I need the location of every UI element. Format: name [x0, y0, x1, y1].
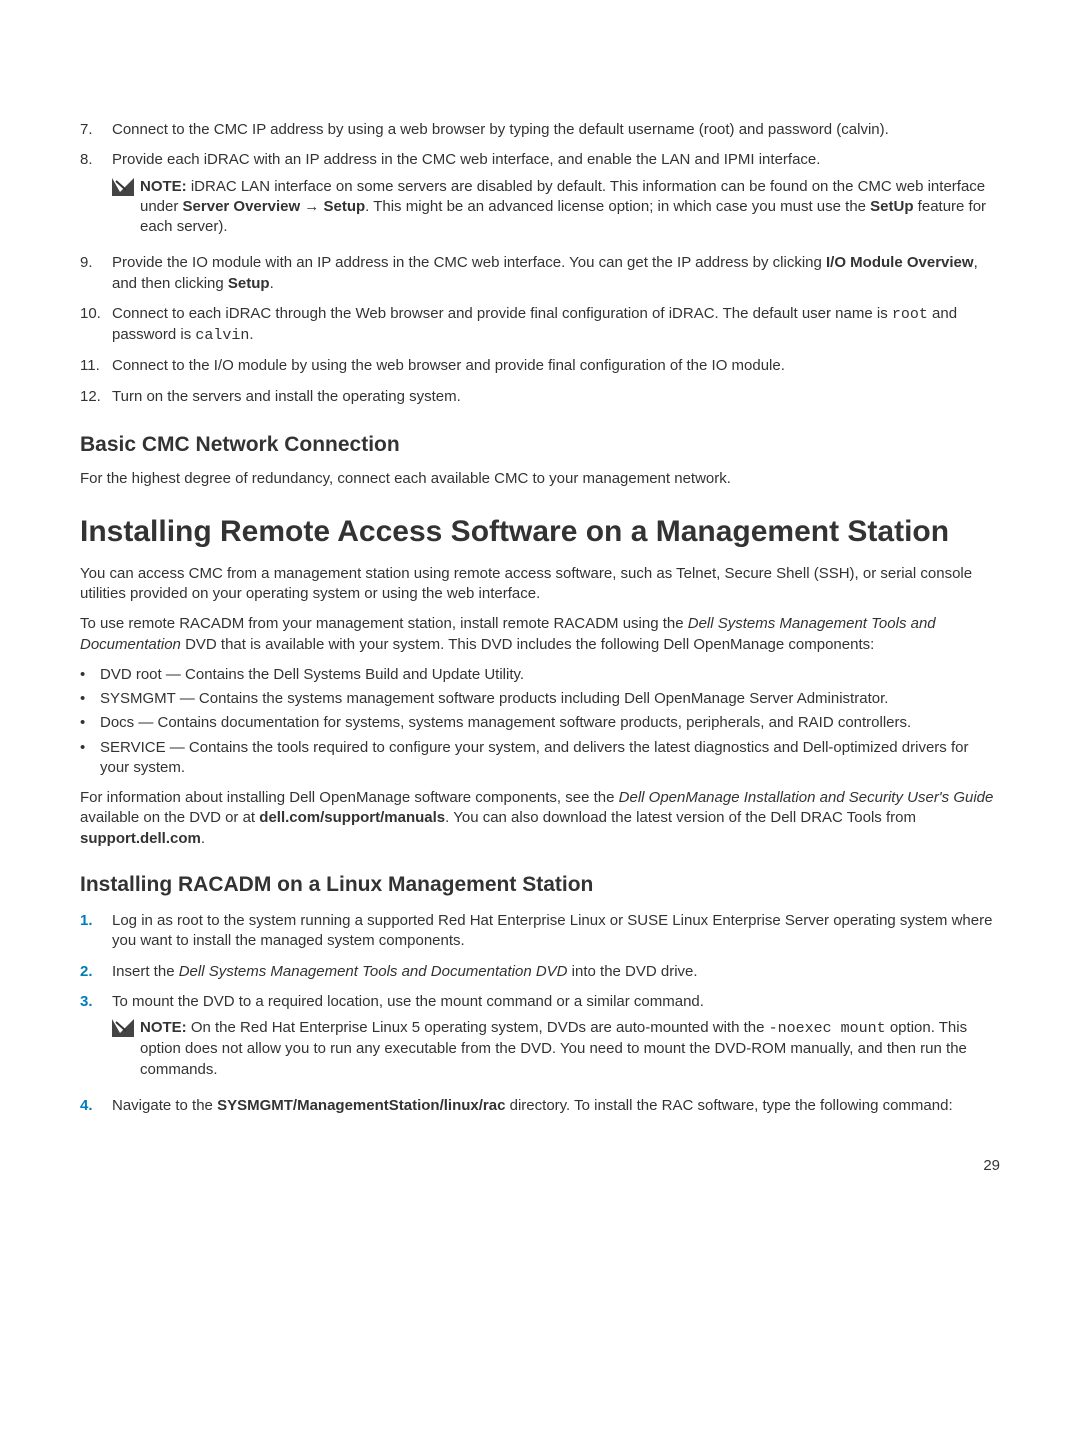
step-4: 4. Navigate to the SYSMGMT/ManagementSta…: [80, 1096, 1000, 1116]
step-text: Turn on the servers and install the oper…: [112, 387, 1000, 407]
step-9: 9. Provide the IO module with an IP addr…: [80, 253, 1000, 294]
note-icon: [112, 178, 134, 196]
step-number: 4.: [80, 1096, 112, 1116]
step-8: 8. Provide each iDRAC with an IP address…: [80, 150, 1000, 243]
step-text: Insert the Dell Systems Management Tools…: [112, 962, 1000, 982]
step-text: Provide each iDRAC with an IP address in…: [112, 151, 820, 168]
step-text: Provide the IO module with an IP address…: [112, 253, 1000, 294]
step-3: 3. To mount the DVD to a required locati…: [80, 992, 1000, 1086]
note-icon: [112, 1019, 134, 1037]
step-7: 7. Connect to the CMC IP address by usin…: [80, 120, 1000, 140]
step-text: Connect to each iDRAC through the Web br…: [112, 304, 1000, 347]
step-2: 2. Insert the Dell Systems Management To…: [80, 962, 1000, 982]
step-text: Log in as root to the system running a s…: [112, 911, 1000, 952]
basic-cmc-heading: Basic CMC Network Connection: [80, 431, 1000, 459]
installing-racadm-heading: Installing RACADM on a Linux Management …: [80, 871, 1000, 899]
main-p2: To use remote RACADM from your managemen…: [80, 614, 1000, 655]
bullet-item: Docs — Contains documentation for system…: [80, 713, 1000, 733]
step-text: To mount the DVD to a required location,…: [112, 993, 704, 1010]
step-text: Connect to the I/O module by using the w…: [112, 356, 1000, 376]
step-number: 12.: [80, 387, 112, 407]
installing-remote-heading: Installing Remote Access Software on a M…: [80, 515, 1000, 550]
step-11: 11. Connect to the I/O module by using t…: [80, 356, 1000, 376]
basic-cmc-text: For the highest degree of redundancy, co…: [80, 469, 1000, 489]
step-12: 12. Turn on the servers and install the …: [80, 387, 1000, 407]
note-label: NOTE:: [140, 178, 187, 195]
main-p3: For information about installing Dell Op…: [80, 788, 1000, 849]
bullet-item: SYSMGMT — Contains the systems managemen…: [80, 689, 1000, 709]
page-number: 29: [80, 1156, 1000, 1176]
note-text: NOTE: On the Red Hat Enterprise Linux 5 …: [140, 1018, 1000, 1080]
step-number: 8.: [80, 150, 112, 243]
note-block: NOTE: On the Red Hat Enterprise Linux 5 …: [112, 1018, 1000, 1080]
step-text: Connect to the CMC IP address by using a…: [112, 120, 1000, 140]
step-content: Provide each iDRAC with an IP address in…: [112, 150, 1000, 243]
components-list: DVD root — Contains the Dell Systems Bui…: [80, 665, 1000, 778]
step-number: 11.: [80, 356, 112, 376]
step-number: 10.: [80, 304, 112, 347]
step-number: 2.: [80, 962, 112, 982]
step-10: 10. Connect to each iDRAC through the We…: [80, 304, 1000, 347]
main-p1: You can access CMC from a management sta…: [80, 564, 1000, 605]
note-label: NOTE:: [140, 1019, 187, 1036]
step-number: 7.: [80, 120, 112, 140]
step-1: 1. Log in as root to the system running …: [80, 911, 1000, 952]
note-block: NOTE: iDRAC LAN interface on some server…: [112, 177, 1000, 238]
step-number: 3.: [80, 992, 112, 1086]
steps-list-2: 1. Log in as root to the system running …: [80, 911, 1000, 1116]
step-number: 1.: [80, 911, 112, 952]
note-text: NOTE: iDRAC LAN interface on some server…: [140, 177, 1000, 238]
bullet-item: SERVICE — Contains the tools required to…: [80, 738, 1000, 779]
bullet-item: DVD root — Contains the Dell Systems Bui…: [80, 665, 1000, 685]
step-text: Navigate to the SYSMGMT/ManagementStatio…: [112, 1096, 1000, 1116]
steps-list-1: 7. Connect to the CMC IP address by usin…: [80, 120, 1000, 407]
step-number: 9.: [80, 253, 112, 294]
step-content: To mount the DVD to a required location,…: [112, 992, 1000, 1086]
